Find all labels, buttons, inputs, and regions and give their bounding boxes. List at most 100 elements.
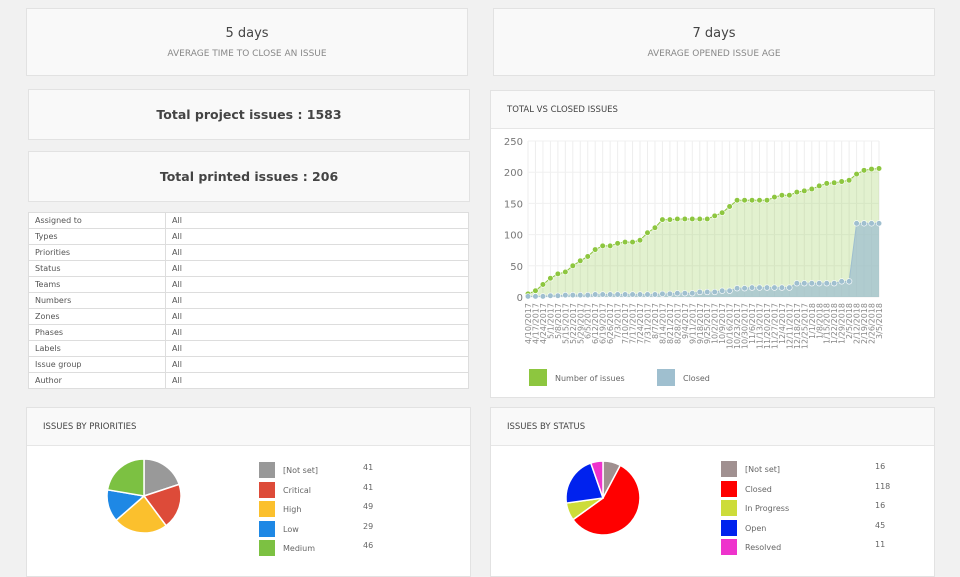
data-point[interactable] (771, 194, 778, 201)
data-point[interactable] (741, 285, 748, 292)
data-point[interactable] (674, 215, 681, 223)
data-point[interactable] (838, 278, 845, 285)
data-point[interactable] (823, 280, 830, 287)
filter-value: All (165, 324, 469, 341)
data-point[interactable] (681, 215, 688, 223)
data-point[interactable] (786, 192, 793, 199)
data-point[interactable] (666, 290, 673, 297)
data-point[interactable] (666, 216, 673, 223)
data-point[interactable] (763, 284, 771, 291)
data-point[interactable] (875, 220, 883, 227)
data-point[interactable] (868, 220, 875, 227)
data-point[interactable] (607, 242, 614, 249)
legend-value: 29 (363, 521, 374, 531)
data-point[interactable] (562, 268, 569, 276)
data-point[interactable] (711, 288, 718, 296)
data-point[interactable] (875, 165, 883, 172)
data-point[interactable] (547, 275, 554, 282)
data-point[interactable] (793, 189, 800, 196)
data-point[interactable] (860, 220, 868, 227)
data-point[interactable] (860, 167, 868, 174)
data-point[interactable] (584, 292, 591, 299)
pie-slice[interactable] (106, 458, 145, 497)
data-point[interactable] (659, 290, 666, 297)
data-point[interactable] (771, 284, 778, 291)
data-point[interactable] (532, 293, 539, 300)
data-point[interactable] (584, 253, 591, 260)
data-point[interactable] (532, 287, 539, 294)
data-point[interactable] (711, 212, 718, 219)
data-point[interactable] (748, 284, 756, 291)
data-point[interactable] (853, 220, 860, 227)
data-point[interactable] (577, 257, 584, 264)
data-point[interactable] (726, 203, 733, 210)
data-point[interactable] (554, 270, 561, 278)
data-point[interactable] (621, 291, 629, 298)
data-point[interactable] (741, 197, 748, 204)
data-point[interactable] (547, 292, 554, 299)
data-point[interactable] (696, 215, 703, 223)
data-point[interactable] (539, 281, 547, 288)
data-point[interactable] (614, 291, 621, 298)
data-point[interactable] (793, 280, 800, 287)
data-point[interactable] (681, 290, 688, 297)
data-point[interactable] (607, 291, 614, 298)
data-point[interactable] (644, 229, 651, 236)
data-point[interactable] (651, 291, 659, 298)
data-point[interactable] (868, 165, 875, 173)
data-point[interactable] (831, 179, 838, 186)
data-point[interactable] (704, 215, 711, 223)
data-point[interactable] (689, 290, 696, 297)
data-point[interactable] (569, 262, 576, 269)
data-point[interactable] (763, 197, 771, 204)
data-point[interactable] (674, 290, 681, 297)
data-point[interactable] (786, 284, 793, 291)
data-point[interactable] (838, 178, 845, 185)
data-point[interactable] (816, 280, 823, 287)
data-point[interactable] (816, 182, 823, 190)
data-point[interactable] (808, 280, 815, 287)
data-point[interactable] (599, 291, 606, 298)
data-point[interactable] (704, 288, 711, 296)
data-point[interactable] (778, 284, 786, 291)
data-point[interactable] (853, 170, 860, 178)
data-point[interactable] (696, 288, 703, 296)
data-point[interactable] (644, 291, 651, 298)
data-point[interactable] (592, 246, 599, 253)
data-point[interactable] (629, 291, 636, 298)
data-point[interactable] (801, 187, 808, 195)
data-point[interactable] (614, 240, 621, 247)
data-point[interactable] (577, 292, 584, 299)
data-point[interactable] (756, 284, 763, 291)
data-point[interactable] (734, 197, 741, 204)
data-point[interactable] (756, 197, 763, 204)
data-point[interactable] (719, 209, 726, 216)
data-point[interactable] (748, 197, 756, 204)
data-point[interactable] (659, 216, 666, 223)
data-point[interactable] (629, 238, 636, 246)
data-point[interactable] (801, 280, 808, 287)
data-point[interactable] (592, 291, 599, 298)
data-point[interactable] (651, 224, 659, 231)
data-point[interactable] (569, 292, 576, 299)
data-point[interactable] (524, 293, 532, 300)
data-point[interactable] (539, 293, 547, 300)
data-point[interactable] (636, 237, 644, 244)
data-point[interactable] (719, 287, 726, 294)
data-point[interactable] (621, 238, 629, 246)
data-point[interactable] (831, 280, 838, 287)
data-point[interactable] (636, 291, 644, 298)
data-point[interactable] (808, 185, 815, 193)
legend-item: Open 45 (721, 519, 891, 537)
data-point[interactable] (734, 285, 741, 292)
data-point[interactable] (726, 287, 733, 294)
data-point[interactable] (823, 180, 830, 187)
filter-label: Author (28, 372, 166, 389)
data-point[interactable] (846, 278, 853, 285)
data-point[interactable] (562, 292, 569, 299)
data-point[interactable] (599, 242, 606, 249)
data-point[interactable] (689, 215, 696, 223)
data-point[interactable] (554, 292, 561, 299)
data-point[interactable] (846, 177, 853, 184)
data-point[interactable] (778, 192, 786, 199)
